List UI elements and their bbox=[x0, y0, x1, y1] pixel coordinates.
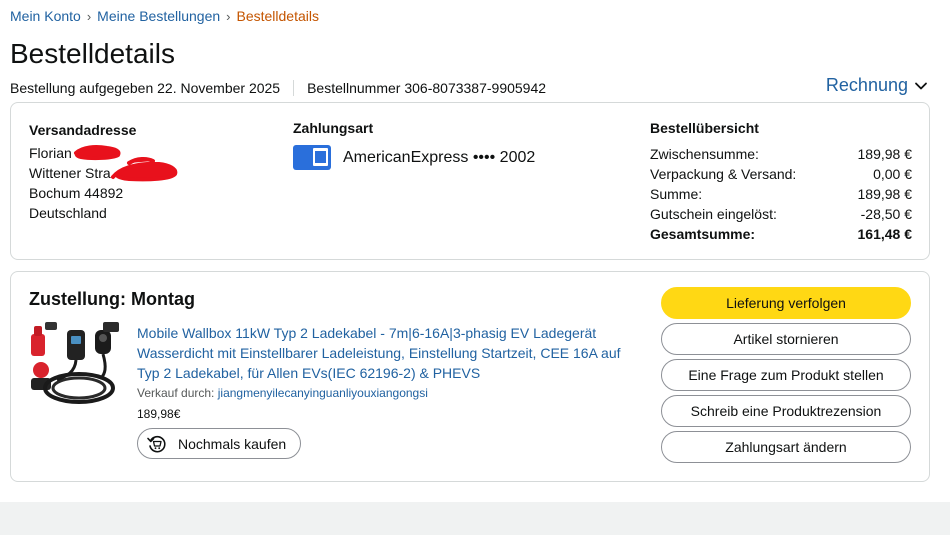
breadcrumb-my-account[interactable]: Mein Konto bbox=[10, 8, 81, 24]
chevron-down-icon bbox=[915, 82, 927, 89]
seller-label: Verkauf durch: bbox=[137, 386, 215, 400]
delivery-title: Zustellung: Montag bbox=[29, 289, 195, 309]
buy-again-label: Nochmals kaufen bbox=[178, 435, 287, 452]
address-street: Wittener Stra bbox=[29, 156, 178, 183]
invoice-dropdown[interactable]: Rechnung bbox=[826, 75, 928, 96]
redaction-mark bbox=[111, 156, 178, 182]
address-city: Bochum 44892 bbox=[29, 185, 124, 201]
shipping-address: Versandadresse Florian Wittener Stra Boc… bbox=[29, 120, 178, 223]
product-title-link[interactable]: Mobile Wallbox 11kW Typ 2 Ladekabel - 7m… bbox=[137, 323, 637, 383]
summary-heading: Bestellübersicht bbox=[650, 120, 759, 136]
order-actions: Lieferung verfolgen Artikel stornieren E… bbox=[661, 287, 911, 467]
summary-row: Gutschein eingelöst: -28,50 € bbox=[650, 206, 912, 222]
order-summary: Bestellübersicht Zwischensumme: 189,98 €… bbox=[650, 120, 912, 244]
order-number: Bestellnummer 306-8073387-9905942 bbox=[307, 80, 547, 96]
amex-card-icon bbox=[293, 145, 331, 170]
invoice-label: Rechnung bbox=[825, 75, 908, 95]
payment-card-row: AmericanExpress •••• 2002 bbox=[293, 145, 535, 170]
breadcrumb-separator: › bbox=[86, 8, 92, 24]
payment-heading: Zahlungsart bbox=[293, 120, 374, 136]
cancel-item-button[interactable]: Artikel stornieren bbox=[661, 323, 911, 355]
breadcrumb-my-orders[interactable]: Meine Bestellungen bbox=[97, 8, 220, 24]
summary-total-row: Gesamtsumme: 161,48 € bbox=[650, 226, 912, 242]
meta-divider bbox=[293, 80, 295, 96]
address-country: Deutschland bbox=[29, 205, 107, 221]
redaction-mark bbox=[74, 145, 121, 161]
product-image[interactable] bbox=[27, 320, 123, 410]
rebuy-icon bbox=[147, 435, 166, 452]
breadcrumb-current: Bestelldetails bbox=[236, 8, 320, 24]
address-name: Florian bbox=[29, 143, 121, 163]
order-info-box: Versandadresse Florian Wittener Stra Boc… bbox=[10, 102, 930, 260]
delivery-box: Zustellung: Montag Mobile Wallbox 11kW T… bbox=[10, 271, 930, 482]
seller-link[interactable]: jiangmenyilecanyinguanliyouxiangongsi bbox=[218, 386, 428, 400]
summary-row: Verpackung & Versand: 0,00 € bbox=[650, 166, 912, 182]
summary-row: Zwischensumme: 189,98 € bbox=[650, 146, 912, 162]
summary-row: Summe: 189,98 € bbox=[650, 186, 912, 202]
track-package-button[interactable]: Lieferung verfolgen bbox=[661, 287, 911, 319]
buy-again-button[interactable]: Nochmals kaufen bbox=[137, 428, 301, 459]
breadcrumb: Mein Konto › Meine Bestellungen › Bestel… bbox=[10, 8, 319, 24]
payment-card-text: AmericanExpress •••• 2002 bbox=[343, 148, 536, 166]
page-title: Bestelldetails bbox=[10, 38, 175, 69]
order-meta: Bestellung aufgegeben 22. November 2025 … bbox=[10, 80, 546, 96]
order-date: Bestellung aufgegeben 22. November 2025 bbox=[10, 80, 281, 96]
product-price: 189,98€ bbox=[137, 407, 181, 421]
write-review-button[interactable]: Schreib eine Produktrezension bbox=[661, 395, 911, 427]
footer-strip bbox=[0, 502, 950, 535]
payment-method: Zahlungsart AmericanExpress •••• 2002 bbox=[293, 120, 535, 170]
change-payment-button[interactable]: Zahlungsart ändern bbox=[661, 431, 911, 463]
shipping-heading: Versandadresse bbox=[29, 122, 137, 138]
product-question-button[interactable]: Eine Frage zum Produkt stellen bbox=[661, 359, 911, 391]
seller-info: Verkauf durch: jiangmenyilecanyinguanliy… bbox=[137, 386, 428, 400]
breadcrumb-separator: › bbox=[226, 8, 231, 24]
